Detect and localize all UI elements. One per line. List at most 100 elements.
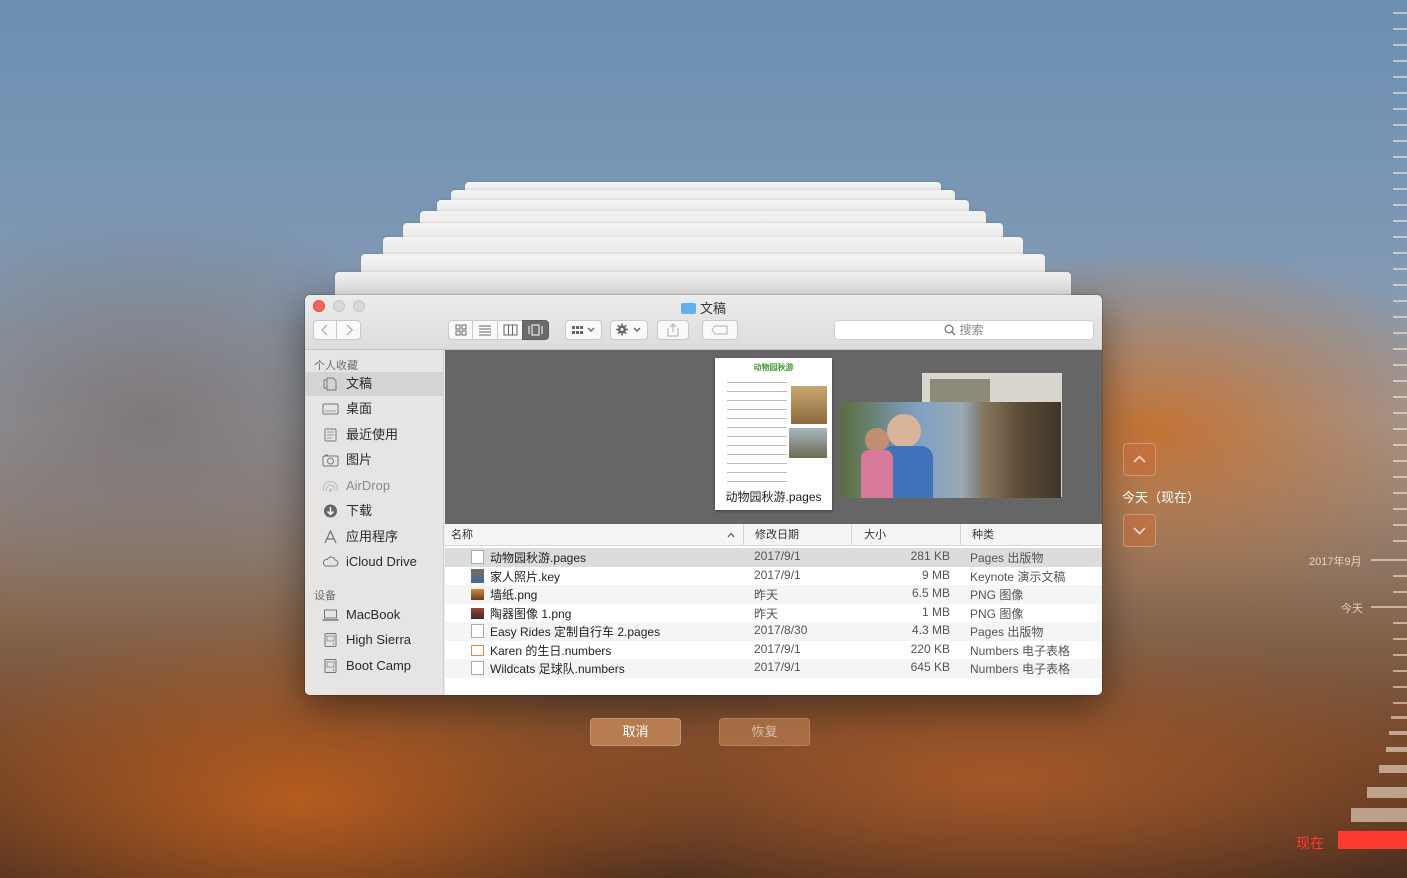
timeline-tick[interactable] xyxy=(1393,76,1407,78)
timeline-tick[interactable] xyxy=(1393,268,1407,270)
sidebar-item-airdrop[interactable]: AirDrop xyxy=(305,474,443,498)
search-field[interactable]: 搜索 xyxy=(834,320,1094,340)
sidebar-item-boot-camp[interactable]: Boot Camp xyxy=(305,654,443,678)
action-button[interactable] xyxy=(610,320,648,340)
timeline-tick[interactable] xyxy=(1393,188,1407,190)
table-row[interactable]: Karen 的生日.numbers 2017/9/1 220 KB Number… xyxy=(445,640,1102,659)
timeline-tick[interactable] xyxy=(1393,591,1407,593)
column-header-name[interactable]: 名称 xyxy=(451,524,744,546)
timeline-tick[interactable] xyxy=(1393,524,1407,526)
preview-thumbnail-keynote[interactable] xyxy=(841,402,1061,498)
timeline-tick[interactable] xyxy=(1393,412,1407,414)
timeline-tick[interactable] xyxy=(1393,686,1407,688)
timeline-tick[interactable] xyxy=(1393,252,1407,254)
sidebar-item-desktop[interactable]: 桌面 xyxy=(305,397,443,421)
timeline-tick[interactable] xyxy=(1393,364,1407,366)
timeline-tick[interactable] xyxy=(1393,28,1407,30)
timeline-tick[interactable] xyxy=(1393,508,1407,510)
timeline-tick[interactable] xyxy=(1393,108,1407,110)
arrange-button[interactable] xyxy=(565,320,602,340)
timeline-tick[interactable] xyxy=(1393,428,1407,430)
timeline-tick[interactable] xyxy=(1393,172,1407,174)
list-view-button[interactable] xyxy=(472,320,498,340)
timeline-today-label: 今天 xyxy=(1341,603,1363,615)
sidebar-item-label: MacBook xyxy=(346,607,401,622)
table-row[interactable]: Easy Rides 定制自行车 2.pages 2017/8/30 4.3 M… xyxy=(445,622,1102,641)
sidebar-item-downloads[interactable]: 下载 xyxy=(305,499,443,523)
share-button[interactable] xyxy=(657,320,689,340)
preview-document-selected[interactable]: 动物园秋游 动物园秋游.pages xyxy=(715,358,832,510)
table-row[interactable]: Wildcats 足球队.numbers 2017/9/1 645 KB Num… xyxy=(445,659,1102,678)
column-view-button[interactable] xyxy=(497,320,523,340)
timeline-now-marker[interactable] xyxy=(1338,831,1407,849)
timeline-tick[interactable] xyxy=(1393,44,1407,46)
timeline-tick[interactable] xyxy=(1393,622,1407,624)
sidebar-item-recents[interactable]: 最近使用 xyxy=(305,423,443,447)
timeline-tick-month[interactable] xyxy=(1371,559,1407,561)
timeline-tick[interactable] xyxy=(1393,236,1407,238)
timeline-tick[interactable] xyxy=(1393,396,1407,398)
forward-button[interactable] xyxy=(336,320,361,340)
sidebar-item-macbook[interactable]: MacBook xyxy=(305,603,443,627)
table-row[interactable]: 墙纸.png 昨天 6.5 MB PNG 图像 xyxy=(445,585,1102,604)
timeline-tick[interactable] xyxy=(1393,460,1407,462)
timeline-tick[interactable] xyxy=(1393,702,1407,704)
cover-flow-view-button[interactable] xyxy=(522,320,549,340)
timeline-tick[interactable] xyxy=(1393,92,1407,94)
tag-button[interactable] xyxy=(702,320,738,340)
timeline-tick[interactable] xyxy=(1386,747,1407,752)
timeline-tick[interactable] xyxy=(1393,348,1407,350)
timeline-tick[interactable] xyxy=(1393,316,1407,318)
time-up-button[interactable] xyxy=(1123,443,1156,476)
timeline-tick[interactable] xyxy=(1393,156,1407,158)
file-name: 陶器图像 1.png xyxy=(490,606,572,621)
timeline-tick[interactable] xyxy=(1393,220,1407,222)
table-row[interactable]: 陶器图像 1.png 昨天 1 MB PNG 图像 xyxy=(445,603,1102,622)
table-row[interactable]: 家人照片.key 2017/9/1 9 MB Keynote 演示文稿 xyxy=(445,566,1102,585)
timeline-tick[interactable] xyxy=(1351,808,1407,822)
timeline[interactable]: 2017年9月 今天 现在 xyxy=(1296,0,1407,878)
timeline-tick[interactable] xyxy=(1393,284,1407,286)
timeline-tick[interactable] xyxy=(1393,575,1407,577)
restore-button[interactable]: 恢复 xyxy=(719,718,810,746)
doc-photo xyxy=(791,386,827,424)
timeline-tick[interactable] xyxy=(1393,540,1407,542)
sidebar-item-documents[interactable]: 文稿 xyxy=(305,372,443,396)
sidebar-item-icloud-drive[interactable]: iCloud Drive xyxy=(305,550,443,574)
column-header-date[interactable]: 修改日期 xyxy=(755,524,852,546)
icon-view-button[interactable] xyxy=(448,320,473,340)
child-figure xyxy=(861,450,893,498)
timeline-tick[interactable] xyxy=(1379,765,1407,773)
timeline-tick[interactable] xyxy=(1393,492,1407,494)
timeline-tick[interactable] xyxy=(1393,140,1407,142)
time-down-button[interactable] xyxy=(1123,514,1156,547)
timeline-tick[interactable] xyxy=(1393,12,1407,14)
timeline-tick[interactable] xyxy=(1393,444,1407,446)
timeline-tick[interactable] xyxy=(1393,670,1407,672)
sidebar-item-applications[interactable]: 应用程序 xyxy=(305,525,443,549)
timeline-tick[interactable] xyxy=(1367,787,1407,798)
finder-window: 文稿 搜索 个人收藏 文稿 桌面 最近使用 图片 AirDrop 下载 应用程序… xyxy=(305,295,1102,695)
sidebar-item-pictures[interactable]: 图片 xyxy=(305,448,443,472)
table-row[interactable]: 动物园秋游.pages 2017/9/1 281 KB Pages 出版物 xyxy=(445,548,1102,567)
sidebar-item-high-sierra[interactable]: High Sierra xyxy=(305,628,443,652)
timeline-tick[interactable] xyxy=(1393,124,1407,126)
timeline-tick[interactable] xyxy=(1393,380,1407,382)
sidebar-item-label: Boot Camp xyxy=(346,658,412,673)
timeline-tick[interactable] xyxy=(1393,60,1407,62)
timeline-tick[interactable] xyxy=(1391,716,1407,719)
timeline-tick[interactable] xyxy=(1393,476,1407,478)
column-header-size[interactable]: 大小 xyxy=(864,524,961,546)
timeline-tick[interactable] xyxy=(1393,300,1407,302)
chevron-down-icon xyxy=(1133,527,1146,535)
timeline-tick[interactable] xyxy=(1389,731,1407,735)
child-figure xyxy=(865,428,889,452)
timeline-tick[interactable] xyxy=(1393,638,1407,640)
timeline-tick[interactable] xyxy=(1393,332,1407,334)
timeline-tick[interactable] xyxy=(1393,654,1407,656)
timeline-tick-today[interactable] xyxy=(1371,606,1407,608)
cancel-button[interactable]: 取消 xyxy=(590,718,681,746)
back-button[interactable] xyxy=(313,320,337,340)
timeline-tick[interactable] xyxy=(1393,204,1407,206)
column-header-kind[interactable]: 种类 xyxy=(972,524,1092,546)
